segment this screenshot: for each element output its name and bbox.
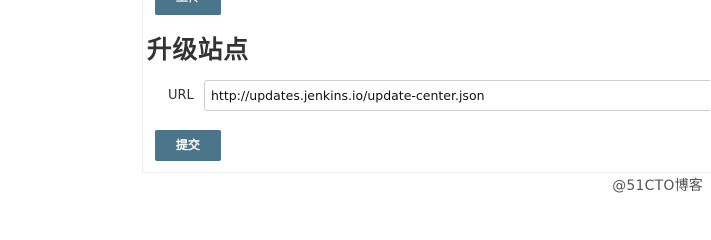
page: 上传 升级站点 URL 提交 @51CTO博客 [0,0,711,203]
url-label: URL [168,88,194,103]
upload-button[interactable]: 上传 [155,0,221,15]
url-input[interactable] [204,80,710,111]
watermark: @51CTO博客 [612,178,703,194]
section-title: 升级站点 [147,35,250,64]
upload-button-label: 上传 [176,0,200,12]
submit-button[interactable]: 提交 [155,130,221,161]
